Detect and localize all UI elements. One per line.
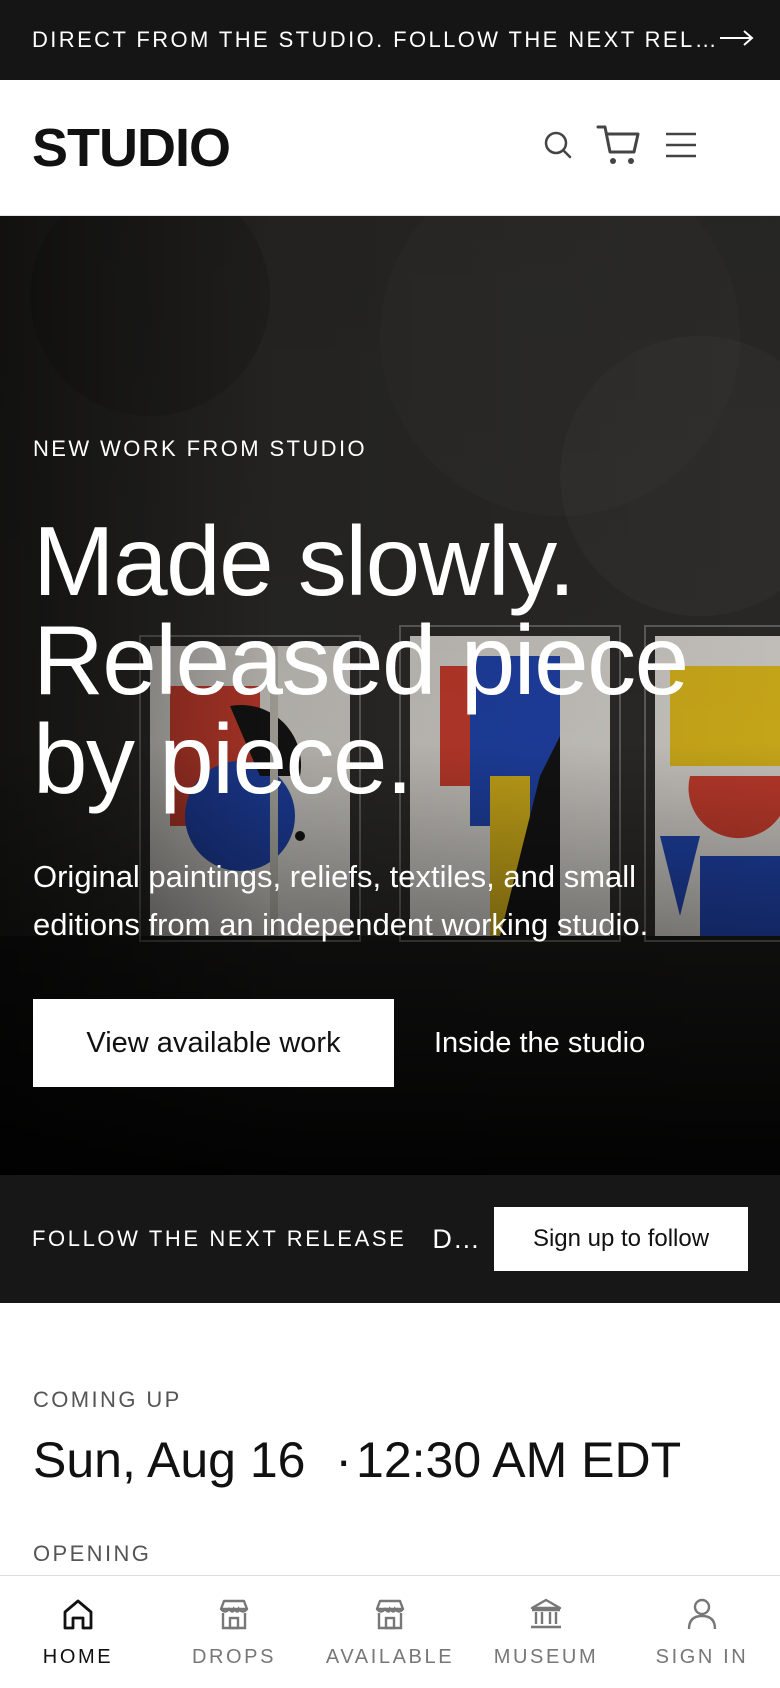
museum-icon xyxy=(530,1598,562,1629)
view-available-work-button[interactable]: View available work xyxy=(33,999,394,1087)
sign-up-to-follow-button[interactable]: Sign up to follow xyxy=(494,1207,748,1271)
store-icon xyxy=(375,1599,405,1630)
datetime-separator: · xyxy=(335,1432,353,1488)
nav-item-sign-in[interactable]: SIGN IN xyxy=(624,1596,780,1669)
logo[interactable]: STUDIO xyxy=(32,117,231,179)
arrow-right-icon[interactable] xyxy=(719,28,755,53)
hero-description: Original paintings, reliefs, textiles, a… xyxy=(33,859,649,942)
user-icon xyxy=(687,1598,717,1630)
search-icon[interactable] xyxy=(542,129,574,161)
opening-label: OPENING xyxy=(33,1541,152,1566)
header-icons xyxy=(542,122,698,168)
coming-up-time: 12:30 AM EDT xyxy=(356,1432,682,1488)
bottom-navigation: HOME DROPS AVAILABLE MUSEUM SIGN IN xyxy=(0,1575,780,1688)
coming-up-label: COMING UP xyxy=(33,1387,182,1412)
inside-the-studio-link[interactable]: Inside the studio xyxy=(434,1027,645,1060)
coming-up-date: Sun, Aug 16 xyxy=(33,1432,306,1488)
hero-content: NEW WORK FROM STUDIO Made slowly. Releas… xyxy=(33,436,753,1087)
nav-item-home[interactable]: HOME xyxy=(0,1596,156,1669)
nav-item-museum[interactable]: MUSEUM xyxy=(468,1596,624,1669)
announcement-bar[interactable]: DIRECT FROM THE STUDIO. FOLLOW THE NEXT … xyxy=(0,0,780,80)
follow-truncated-text: D… xyxy=(432,1223,481,1254)
headline-line: Made slowly. xyxy=(33,506,576,616)
nav-label: MUSEUM xyxy=(493,1646,599,1668)
nav-item-drops[interactable]: DROPS xyxy=(156,1596,312,1669)
hero: NEW WORK FROM STUDIO Made slowly. Releas… xyxy=(0,216,780,1175)
site-header: STUDIO xyxy=(0,80,780,216)
announcement-text: DIRECT FROM THE STUDIO. FOLLOW THE NEXT … xyxy=(32,27,720,52)
coming-up-section: COMING UP Sun, Aug 16 ·12:30 AM EDT OPEN… xyxy=(33,1387,753,1567)
follow-label: FOLLOW THE NEXT RELEASE xyxy=(32,1226,407,1251)
menu-icon[interactable] xyxy=(664,130,698,160)
store-icon xyxy=(219,1599,249,1630)
coming-up-datetime: Sun, Aug 16 ·12:30 AM EDT xyxy=(33,1431,753,1489)
nav-item-available[interactable]: AVAILABLE xyxy=(312,1596,468,1669)
cart-icon[interactable] xyxy=(596,122,642,168)
nav-label: DROPS xyxy=(191,1646,277,1668)
nav-label: AVAILABLE xyxy=(325,1646,455,1668)
hero-headline: Made slowly. Released piece by piece. xyxy=(33,512,753,809)
hero-actions: View available work Inside the studio xyxy=(33,999,753,1087)
headline-line: Released piece xyxy=(33,605,689,715)
home-icon xyxy=(63,1599,93,1630)
follow-release-bar: FOLLOW THE NEXT RELEASE D… Sign up to fo… xyxy=(0,1175,780,1303)
hero-eyebrow: NEW WORK FROM STUDIO xyxy=(33,436,367,461)
nav-label: HOME xyxy=(42,1646,114,1668)
nav-label: SIGN IN xyxy=(655,1646,749,1668)
page: DIRECT FROM THE STUDIO. FOLLOW THE NEXT … xyxy=(0,0,780,1688)
headline-line: by piece. xyxy=(33,704,413,814)
